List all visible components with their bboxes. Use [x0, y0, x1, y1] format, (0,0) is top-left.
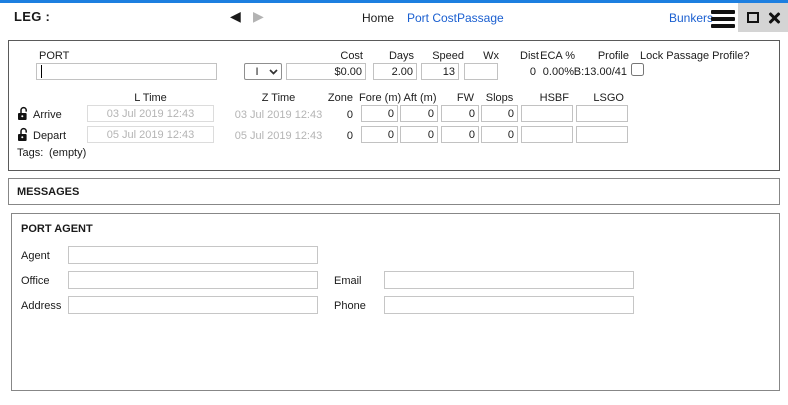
dist-value: 0 [509, 66, 539, 78]
email-label: Email [334, 275, 362, 287]
zone-column-header: Zone [327, 92, 356, 104]
agent-label: Agent [21, 250, 50, 262]
previous-leg-icon[interactable]: ◀ [230, 9, 241, 23]
leg-details-panel: PORT Cost Days Speed Wx Dist ECA % Profi… [8, 40, 780, 171]
address-input[interactable] [68, 296, 318, 314]
depart-lsgo-input[interactable] [576, 126, 628, 143]
lock-passage-profile-label: Lock Passage Profile? [640, 50, 749, 62]
port-agent-panel: PORT AGENT Agent Office Email Address Ph… [11, 213, 780, 391]
arrive-zone-value: 0 [327, 109, 356, 121]
agent-input[interactable] [68, 246, 318, 264]
days-column-header: Days [373, 50, 417, 62]
dist-column-header: Dist [514, 50, 542, 62]
tags-link[interactable]: Tags: [17, 147, 43, 159]
window-controls [738, 3, 788, 32]
depart-hsbf-input[interactable] [521, 126, 573, 143]
phone-label: Phone [334, 300, 366, 312]
cost-input[interactable] [286, 63, 366, 80]
arrive-z-time-value: 03 Jul 2019 12:43 [231, 109, 326, 121]
z-time-column-header: Z Time [231, 92, 326, 104]
lock-passage-profile-checkbox[interactable] [631, 63, 644, 76]
l-time-column-header: L Time [87, 92, 214, 104]
depart-l-time-input[interactable] [87, 126, 214, 143]
arrive-lsgo-input[interactable] [576, 105, 628, 122]
cost-column-header: Cost [286, 50, 366, 62]
close-icon[interactable] [768, 12, 780, 24]
arrive-unlock-icon[interactable] [17, 106, 30, 121]
next-leg-icon[interactable]: ▶ [253, 9, 264, 23]
depart-fw-input[interactable] [441, 126, 479, 143]
speed-input[interactable] [421, 63, 459, 80]
depart-fore-input[interactable] [361, 126, 398, 143]
slops-column-header: Slops [481, 92, 518, 104]
profile-value: B:13.00/41 [568, 66, 630, 78]
messages-panel: MESSAGES [8, 178, 780, 205]
fore-column-header: Fore (m) [359, 92, 396, 104]
maximize-icon[interactable] [747, 12, 759, 23]
arrive-slops-input[interactable] [481, 105, 518, 122]
nav-passage-link[interactable]: Passage [457, 11, 504, 25]
depart-slops-input[interactable] [481, 126, 518, 143]
days-input[interactable] [373, 63, 417, 80]
port-column-header: PORT [39, 50, 69, 62]
arrive-hsbf-input[interactable] [521, 105, 573, 122]
port-agent-title: PORT AGENT [21, 223, 93, 235]
hsbf-column-header: HSBF [521, 92, 573, 104]
titlebar: LEG : ◀ ▶ Home Port Cost Passage Bunkers [0, 3, 788, 36]
depart-row-label: Depart [33, 130, 66, 142]
lsgo-column-header: LSGO [576, 92, 628, 104]
depart-aft-input[interactable] [400, 126, 438, 143]
messages-title: MESSAGES [17, 186, 79, 198]
arrive-l-time-input[interactable] [87, 105, 214, 122]
wx-input[interactable] [464, 63, 498, 80]
port-input[interactable] [36, 63, 217, 80]
leg-type-value: I [245, 66, 269, 78]
menu-icon[interactable] [711, 10, 735, 28]
depart-zone-value: 0 [327, 130, 356, 142]
text-cursor [41, 65, 42, 78]
nav-home-link[interactable]: Home [362, 11, 394, 25]
office-label: Office [21, 275, 50, 287]
nav-bunkers-link[interactable]: Bunkers [669, 11, 713, 25]
office-input[interactable] [68, 271, 318, 289]
depart-unlock-icon[interactable] [17, 127, 30, 142]
profile-column-header: Profile [568, 50, 632, 62]
arrive-fw-input[interactable] [441, 105, 479, 122]
address-label: Address [21, 300, 61, 312]
leg-type-select[interactable]: I [244, 63, 282, 80]
speed-link[interactable]: Speed [421, 50, 467, 62]
arrive-fore-input[interactable] [361, 105, 398, 122]
nav-port-cost-link[interactable]: Port Cost [407, 11, 457, 25]
chevron-down-icon [269, 69, 278, 75]
page-title: LEG : [14, 9, 50, 24]
email-input[interactable] [384, 271, 634, 289]
wx-column-header: Wx [464, 50, 502, 62]
depart-z-time-value: 05 Jul 2019 12:43 [231, 130, 326, 142]
arrive-row-label: Arrive [33, 109, 62, 121]
leg-window: LEG : ◀ ▶ Home Port Cost Passage Bunkers… [0, 0, 788, 405]
aft-column-header: Aft (m) [400, 92, 440, 104]
arrive-aft-input[interactable] [400, 105, 438, 122]
tags-value: (empty) [49, 147, 86, 159]
phone-input[interactable] [384, 296, 634, 314]
fw-column-header: FW [441, 92, 479, 104]
